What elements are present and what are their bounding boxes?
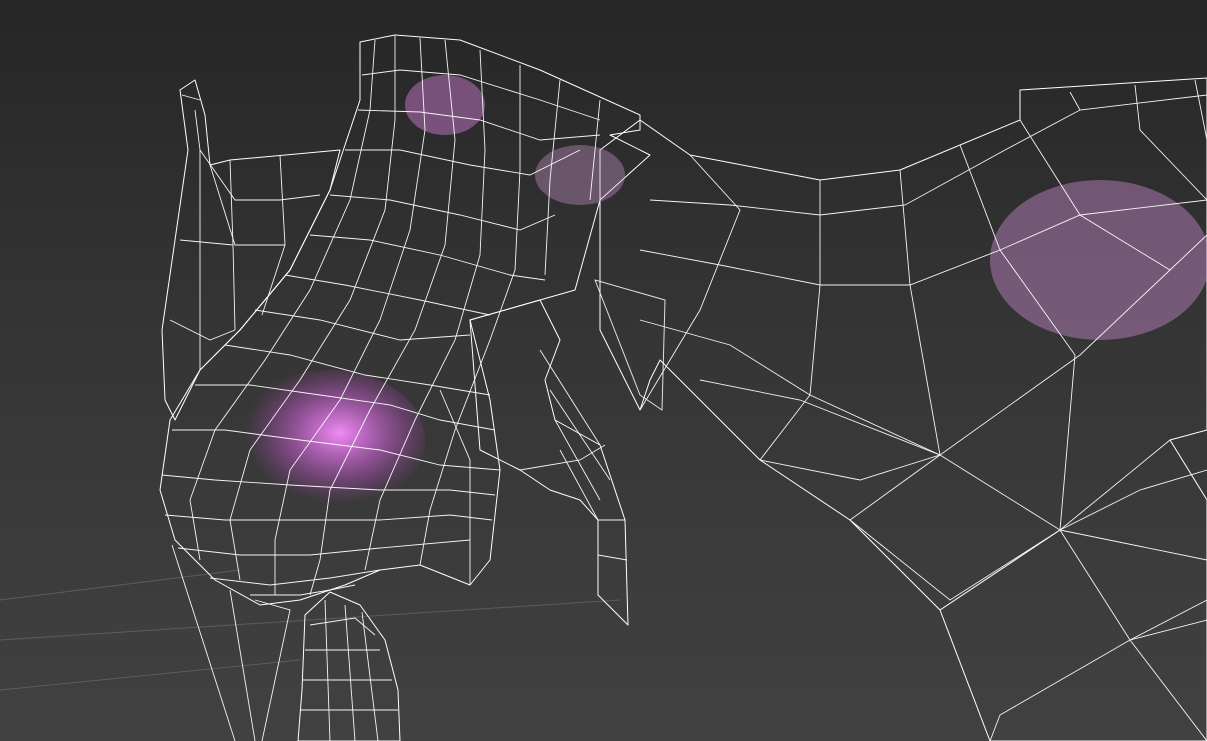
ground-grid [0, 569, 621, 691]
nose-mesh[interactable] [159, 34, 651, 606]
3d-viewport[interactable] [0, 0, 1207, 741]
nostril-flap-mesh[interactable] [469, 299, 629, 626]
upper-lip-strip-mesh[interactable] [297, 591, 401, 741]
cheek-mesh[interactable] [599, 77, 1207, 741]
viewport-scene[interactable] [0, 0, 1207, 741]
